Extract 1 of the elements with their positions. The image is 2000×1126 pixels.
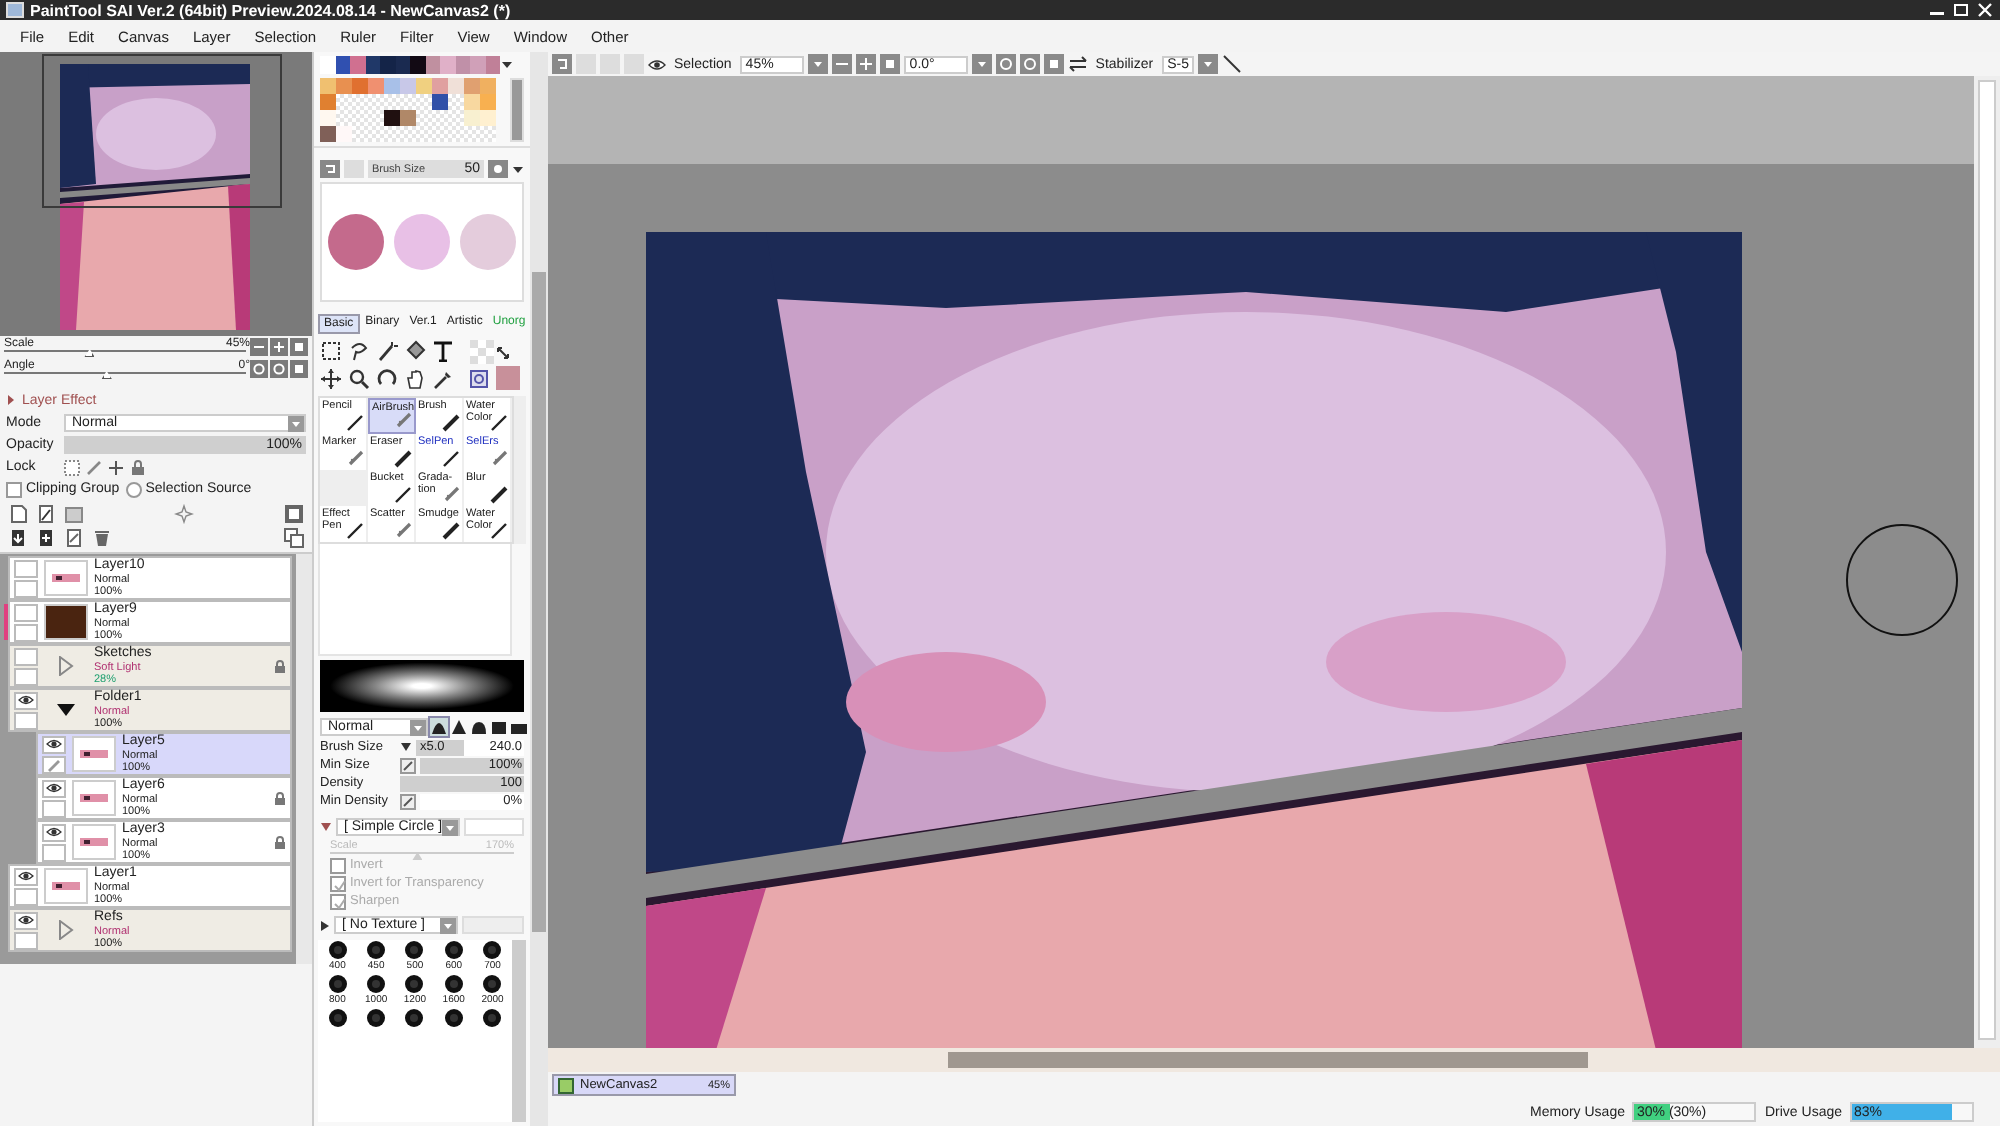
window-title: PaintTool SAI Ver.2 (64bit) Preview.2024.08.14 - NewCanvas2 (*): [30, 1, 511, 19]
